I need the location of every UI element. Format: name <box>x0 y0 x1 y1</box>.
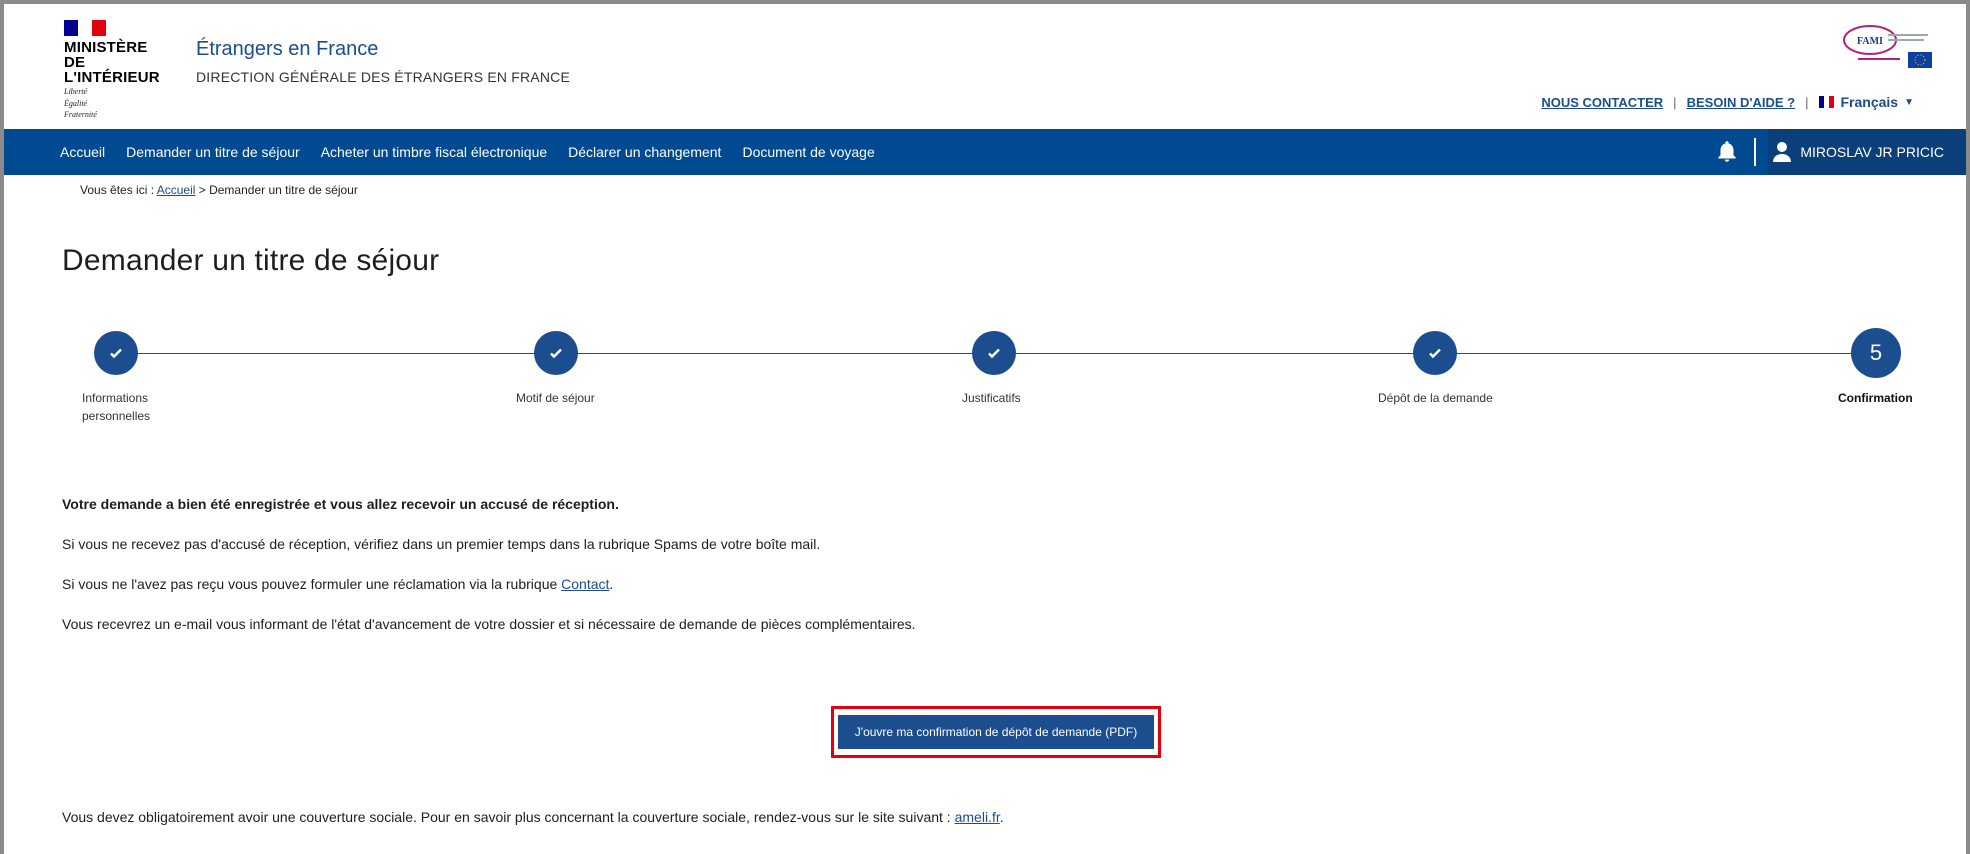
step-2-label: Motif de séjour <box>516 391 595 405</box>
ministry-name-line1: Ministère <box>64 39 148 56</box>
social-coverage-note: Vous devez obligatoirement avoir une cou… <box>62 809 1004 825</box>
ameli-link[interactable]: ameli.fr <box>955 809 1000 825</box>
motto-fraternite: Fraternité <box>64 110 97 119</box>
language-selector[interactable]: Français ▼ <box>1818 94 1914 110</box>
step-5-circle: 5 <box>1851 328 1901 378</box>
step-4-circle <box>1413 331 1457 375</box>
site-subtitle: Direction générale des étrangers en Fran… <box>196 69 571 85</box>
top-links: NOUS CONTACTER | BESOIN D'AIDE ? | Franç… <box>1541 94 1914 110</box>
french-flag-icon <box>1818 96 1835 108</box>
check-icon <box>550 348 562 359</box>
link-separator: | <box>1673 94 1677 110</box>
step-4-label: Dépôt de la demande <box>1378 391 1493 405</box>
caret-down-icon: ▼ <box>1904 96 1914 108</box>
link-separator: | <box>1805 94 1809 110</box>
cta-highlight: J'ouvre ma confirmation de dépôt de dema… <box>831 706 1161 758</box>
site-header: Ministère de l'Intérieur Liberté Égalité… <box>4 4 1966 129</box>
nav-item-accueil[interactable]: Accueil <box>60 144 105 160</box>
nav-item-declarer-changement[interactable]: Déclarer un changement <box>568 144 721 160</box>
breadcrumb: Vous êtes ici : Accueil > Demander un ti… <box>80 183 358 197</box>
user-icon <box>1773 142 1792 162</box>
check-icon <box>988 348 1000 359</box>
motto-liberte: Liberté <box>64 87 88 96</box>
contact-link[interactable]: NOUS CONTACTER <box>1541 95 1663 110</box>
confirmation-content: Votre demande a bien été enregistrée et … <box>62 494 916 654</box>
spam-note: Si vous ne recevez pas d'accusé de récep… <box>62 536 821 552</box>
user-menu[interactable]: MIROSLAV JR PRICIC <box>1768 129 1966 175</box>
bell-icon[interactable] <box>1714 139 1740 165</box>
step-1-circle <box>94 331 138 375</box>
page-title: Demander un titre de séjour <box>62 244 440 277</box>
step-1-label-line1: Informations <box>82 391 149 405</box>
claim-note: Si vous ne l'avez pas reçu vous pouvez f… <box>62 574 916 594</box>
nav-separator <box>1754 138 1757 166</box>
nav-item-document-voyage[interactable]: Document de voyage <box>742 144 874 160</box>
ministry-logo[interactable]: Ministère de l'Intérieur Liberté Égalité… <box>64 20 179 120</box>
open-confirmation-pdf-button[interactable]: J'ouvre ma confirmation de dépôt de dema… <box>838 715 1154 749</box>
browser-page: Ministère de l'Intérieur Liberté Égalité… <box>4 4 1966 854</box>
fami-text: FAMI <box>1857 36 1883 47</box>
check-icon <box>1429 348 1441 359</box>
progress-stepper: 5 Informations personnelles Motif de séj… <box>4 328 1966 439</box>
check-icon <box>110 348 122 359</box>
help-link[interactable]: BESOIN D'AIDE ? <box>1687 95 1796 110</box>
fami-eu-logo: FAMI <box>1843 25 1932 68</box>
breadcrumb-home-link[interactable]: Accueil <box>157 183 196 197</box>
step-2-circle <box>534 331 578 375</box>
motto-egalite: Égalité <box>64 98 88 108</box>
social-coverage-suffix: . <box>999 809 1004 825</box>
french-flag-icon <box>64 20 106 36</box>
step-5-label: Confirmation <box>1838 391 1913 405</box>
step-3-circle <box>972 331 1016 375</box>
user-name: MIROSLAV JR PRICIC <box>1800 144 1944 160</box>
social-coverage-text: Vous devez obligatoirement avoir une cou… <box>62 809 951 825</box>
breadcrumb-prefix: Vous êtes ici : <box>80 183 155 197</box>
claim-text: Si vous ne l'avez pas reçu vous pouvez f… <box>62 576 558 592</box>
language-label: Français <box>1840 94 1899 110</box>
step-1-label-line2: personnelles <box>82 409 151 423</box>
site-title[interactable]: Étrangers en France <box>196 38 378 61</box>
contact-rubric-link[interactable]: Contact <box>561 576 609 592</box>
breadcrumb-current: > Demander un titre de séjour <box>198 183 358 197</box>
ministry-name-line2: de l'Intérieur <box>64 54 160 86</box>
confirmation-message: Votre demande a bien été enregistrée et … <box>62 496 619 512</box>
nav-item-titre-sejour[interactable]: Demander un titre de séjour <box>126 144 300 160</box>
nav-item-timbre-fiscal[interactable]: Acheter un timbre fiscal électronique <box>321 144 547 160</box>
step-1-label: Informations personnelles <box>82 389 150 425</box>
main-nav: Accueil Demander un titre de séjour Ache… <box>4 129 1966 175</box>
claim-suffix: . <box>609 576 614 592</box>
step-3-label: Justificatifs <box>962 391 1021 405</box>
email-note: Vous recevrez un e-mail vous informant d… <box>62 616 916 632</box>
